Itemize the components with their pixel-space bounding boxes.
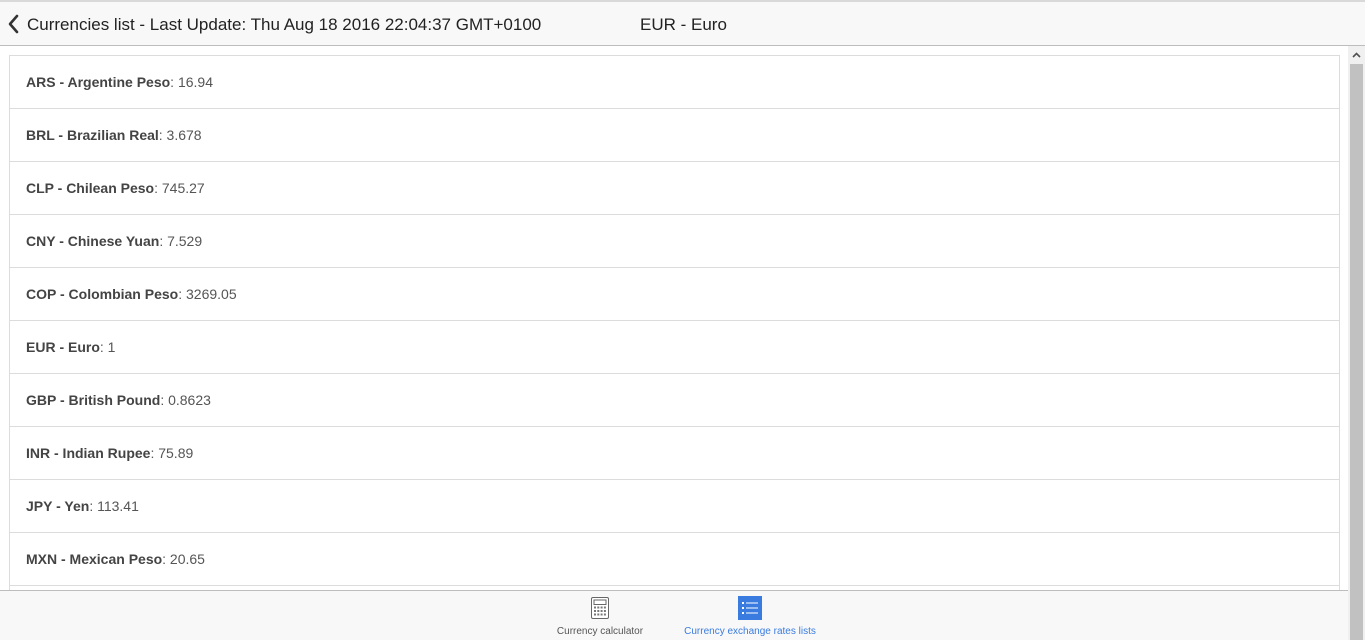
currency-name: GBP - British Pound — [26, 392, 161, 408]
currency-rate: : 20.65 — [162, 551, 205, 567]
app-window: Currencies list - Last Update: Thu Aug 1… — [0, 0, 1365, 640]
currency-rate: : 7.529 — [159, 233, 203, 249]
back-button[interactable] — [3, 11, 25, 37]
currency-rate: : 1 — [99, 339, 116, 355]
currency-rate: : 3269.05 — [178, 286, 237, 302]
tab-exchange-rates-lists[interactable]: Currency exchange rates lists — [680, 591, 820, 640]
currency-name: INR - Indian Rupee — [26, 445, 151, 461]
currency-rate: : 0.8623 — [160, 392, 211, 408]
currency-name: JPY - Yen — [26, 498, 90, 514]
list-item[interactable]: BRL - Brazilian Real: 3.678 — [10, 109, 1339, 162]
list-item[interactable]: EUR - Euro: 1 — [10, 321, 1339, 374]
currency-name: EUR - Euro — [26, 339, 100, 355]
header-bar: Currencies list - Last Update: Thu Aug 1… — [0, 2, 1365, 46]
list-item[interactable]: ARS - Argentine Peso: 16.94 — [10, 56, 1339, 109]
currency-rate: : 3.678 — [158, 127, 202, 143]
currency-name: CNY - Chinese Yuan — [26, 233, 160, 249]
currency-name: CLP - Chilean Peso — [26, 180, 155, 196]
currency-rate: : 16.94 — [170, 74, 213, 90]
list-item[interactable]: JPY - Yen: 113.41 — [10, 480, 1339, 533]
list-icon — [738, 596, 762, 620]
tab-label: Currency calculator — [556, 626, 644, 637]
chevron-left-icon — [8, 14, 19, 34]
page-title: Currencies list - Last Update: Thu Aug 1… — [27, 15, 542, 34]
list-item[interactable]: MXN - Mexican Peso: 20.65 — [10, 533, 1339, 586]
tab-label: Currency exchange rates lists — [684, 626, 816, 637]
currency-name: MXN - Mexican Peso — [26, 551, 163, 567]
currency-rate: : 745.27 — [154, 180, 205, 196]
currency-rate: : 75.89 — [150, 445, 194, 461]
rates-list-viewport[interactable]: ARS - Argentine Peso: 16.94 BRL - Brazil… — [0, 47, 1348, 590]
list-item[interactable]: GBP - British Pound: 0.8623 — [10, 374, 1339, 427]
vertical-scrollbar[interactable] — [1348, 46, 1365, 640]
scroll-up-arrow-icon — [1352, 51, 1361, 58]
currency-name: COP - Colombian Peso — [26, 286, 179, 302]
tab-currency-calculator[interactable]: Currency calculator — [549, 591, 651, 640]
currency-name: ARS - Argentine Peso — [26, 74, 171, 90]
list-item[interactable]: CLP - Chilean Peso: 745.27 — [10, 162, 1339, 215]
base-currency-label: EUR - Euro — [640, 15, 727, 34]
list-item[interactable]: INR - Indian Rupee: 75.89 — [10, 427, 1339, 480]
list-item[interactable]: CNY - Chinese Yuan: 7.529 — [10, 215, 1339, 268]
list-item[interactable]: COP - Colombian Peso: 3269.05 — [10, 268, 1339, 321]
currency-name: BRL - Brazilian Real — [26, 127, 159, 143]
scrollbar-thumb[interactable] — [1350, 64, 1363, 640]
currency-rate: : 113.41 — [89, 498, 139, 514]
scroll-up-button[interactable] — [1348, 46, 1365, 63]
bottom-tab-bar: Currency calculator Currency exchange ra… — [0, 590, 1348, 640]
rates-list: ARS - Argentine Peso: 16.94 BRL - Brazil… — [9, 55, 1340, 590]
calculator-icon — [591, 597, 609, 619]
